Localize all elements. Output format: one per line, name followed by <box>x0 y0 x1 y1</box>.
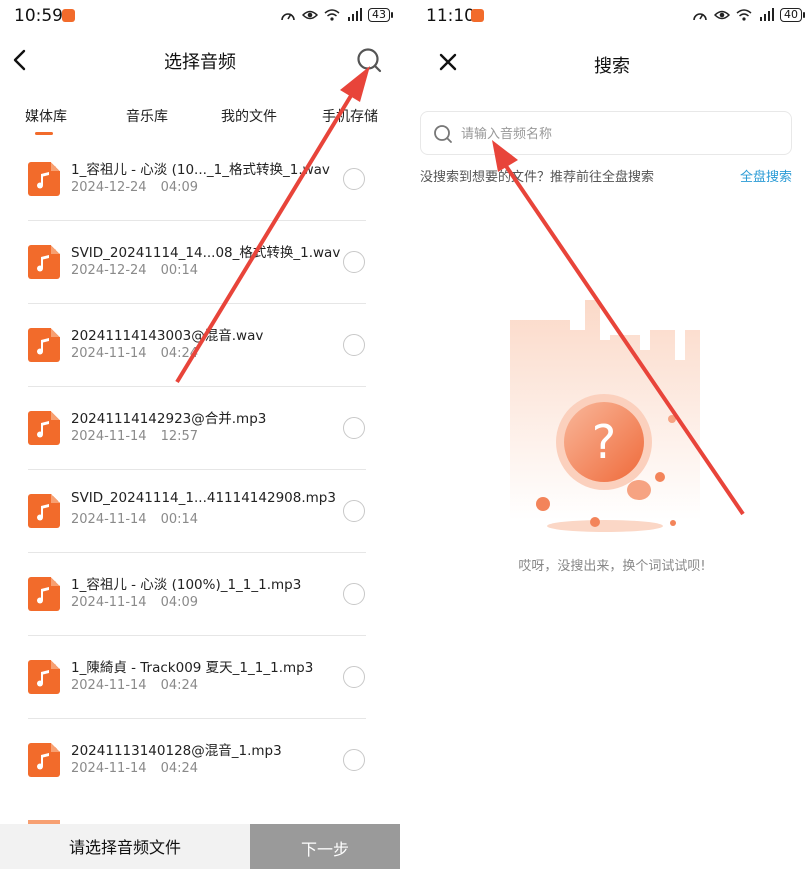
eye-icon <box>714 10 730 20</box>
music-file-icon <box>28 162 60 196</box>
active-tab-indicator <box>35 132 53 135</box>
eye-icon <box>302 10 318 20</box>
file-meta: 2024-11-14 04:24 <box>71 678 198 693</box>
file-name: 1_陳綺貞 - Track009 夏天_1_1_1.mp3 <box>71 660 314 676</box>
list-item[interactable]: 20241114142923@合并.mp3 2024-11-14 12:57 <box>28 387 366 470</box>
next-step-button[interactable]: 下一步 <box>250 824 400 869</box>
file-meta: 2024-11-14 00:14 <box>71 512 198 527</box>
battery-indicator: 40 <box>780 8 805 22</box>
file-meta: 2024-11-14 12:57 <box>71 429 198 444</box>
file-name: 20241113140128@混音_1.mp3 <box>71 743 282 759</box>
search-icon <box>434 125 452 143</box>
status-time: 11:10 <box>426 6 475 26</box>
file-name: SVID_20241114_14...08_格式转换_1.wav <box>71 245 341 261</box>
file-name: 20241114143003@混音.wav <box>71 328 264 344</box>
file-date: 2024-11-14 <box>71 429 147 444</box>
bottom-bar: 请选择音频文件 下一步 <box>0 824 400 869</box>
list-item[interactable]: SVID_20241114_1...41114142908.mp3 2024-11… <box>28 470 366 553</box>
app-notification-icon <box>471 9 484 22</box>
music-file-icon <box>28 328 60 362</box>
file-date: 2024-11-14 <box>71 678 147 693</box>
wifi-icon <box>736 9 752 21</box>
file-date: 2024-11-14 <box>71 761 147 776</box>
radio-icon[interactable] <box>343 251 365 273</box>
file-meta: 2024-11-14 04:24 <box>71 761 198 776</box>
file-meta: 2024-12-24 04:09 <box>71 180 198 195</box>
search-hint: 没搜索到想要的文件？推荐前往全盘搜索 <box>420 170 655 185</box>
search-icon[interactable] <box>355 46 383 74</box>
empty-result-illustration: ? <box>510 300 700 532</box>
signal-icon <box>348 8 362 21</box>
list-item[interactable]: 20241114143003@混音.wav 2024-11-14 04:24 <box>28 304 366 387</box>
file-date: 2024-11-14 <box>71 346 147 361</box>
music-file-icon <box>28 577 60 611</box>
file-duration: 04:24 <box>160 678 199 693</box>
music-file-icon <box>28 411 60 445</box>
list-item[interactable]: SVID_20241114_14...08_格式转换_1.wav 2024-12-… <box>28 221 366 304</box>
file-duration: 04:24 <box>160 761 199 776</box>
file-name: SVID_20241114_1...41114142908.mp3 <box>71 490 336 506</box>
file-name: 1_容祖儿 - 心淡 (100%)_1_1_1.mp3 <box>71 577 302 593</box>
music-file-icon <box>28 245 60 279</box>
radio-icon[interactable] <box>343 334 365 356</box>
wifi-icon <box>324 9 340 21</box>
file-meta: 2024-11-14 04:24 <box>71 346 198 361</box>
list-item[interactable]: 1_容祖儿 - 心淡 (10..._1_格式转换_1.wav 2024-12-24… <box>28 138 366 221</box>
speedometer-icon <box>281 13 295 21</box>
radio-icon[interactable] <box>343 168 365 190</box>
file-meta: 2024-11-14 04:09 <box>71 595 198 610</box>
search-bar <box>420 111 792 155</box>
signal-icon <box>760 8 774 21</box>
list-item[interactable]: 20241113140128@混音_1.mp3 2024-11-14 04:24 <box>28 719 366 802</box>
status-time: 10:59 <box>14 6 63 26</box>
radio-icon[interactable] <box>343 417 365 439</box>
music-file-icon <box>28 743 60 777</box>
file-name: 1_容祖儿 - 心淡 (10..._1_格式转换_1.wav <box>71 162 330 178</box>
page-title: 搜索 <box>594 56 630 77</box>
status-bar: 10:59 43 <box>0 0 400 34</box>
radio-icon[interactable] <box>343 666 365 688</box>
tab-music-library[interactable]: 音乐库 <box>126 106 168 126</box>
file-date: 2024-12-24 <box>71 180 147 195</box>
radio-icon[interactable] <box>343 583 365 605</box>
empty-result-message: 哎呀，没搜出来，换个词试试呗! <box>518 559 706 574</box>
file-date: 2024-12-24 <box>71 263 147 278</box>
search-input[interactable] <box>461 122 761 146</box>
list-item[interactable]: 1_陳綺貞 - Track009 夏天_1_1_1.mp3 2024-11-14 0… <box>28 636 366 719</box>
file-duration: 04:24 <box>160 346 199 361</box>
page-title: 选择音频 <box>164 52 236 73</box>
file-date: 2024-11-14 <box>71 512 147 527</box>
tab-media-library[interactable]: 媒体库 <box>25 106 67 126</box>
file-duration: 04:09 <box>160 595 199 610</box>
file-duration: 00:14 <box>160 512 199 527</box>
select-audio-screen: 10:59 43 选择音频 媒体库 音乐库 我的文件 手机存储 1_容祖儿 - … <box>0 0 400 869</box>
list-item[interactable]: 1_容祖儿 - 心淡 (100%)_1_1_1.mp3 2024-11-14 04:… <box>28 553 366 636</box>
radio-icon[interactable] <box>343 500 365 522</box>
speedometer-icon <box>693 13 707 21</box>
full-disk-search-link[interactable]: 全盘搜索 <box>740 166 792 185</box>
radio-icon[interactable] <box>343 749 365 771</box>
file-name: 20241114142923@合并.mp3 <box>71 411 267 427</box>
battery-indicator: 43 <box>368 8 393 22</box>
music-file-icon <box>28 494 60 528</box>
select-audio-button[interactable]: 请选择音频文件 <box>0 824 250 869</box>
file-duration: 00:14 <box>160 263 199 278</box>
file-duration: 04:09 <box>160 180 199 195</box>
file-date: 2024-11-14 <box>71 595 147 610</box>
category-tabs: 媒体库 音乐库 我的文件 手机存储 <box>0 106 400 136</box>
tab-phone-storage[interactable]: 手机存储 <box>322 106 378 126</box>
audio-file-list: 1_容祖儿 - 心淡 (10..._1_格式转换_1.wav 2024-12-24… <box>28 138 366 802</box>
status-bar: 11:10 40 <box>412 0 812 34</box>
tab-my-files[interactable]: 我的文件 <box>221 106 277 126</box>
search-screen: 11:10 40 搜索 没搜索到想要的文件？推荐前往全盘搜索 全盘搜索 <box>412 0 812 869</box>
question-mark-icon: ? <box>592 415 616 469</box>
music-file-icon <box>28 660 60 694</box>
app-notification-icon <box>62 9 75 22</box>
file-meta: 2024-12-24 00:14 <box>71 263 198 278</box>
screenshot-divider <box>400 0 412 869</box>
file-duration: 12:57 <box>160 429 199 444</box>
